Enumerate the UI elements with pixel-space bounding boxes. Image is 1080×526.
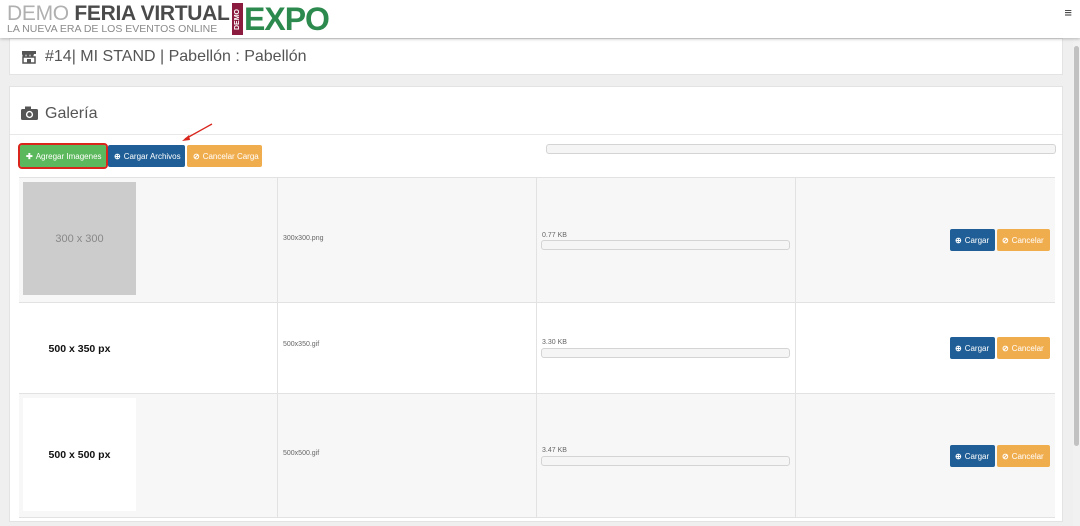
ban-icon: ⊘: [193, 151, 200, 161]
ban-icon: ⊘: [1002, 451, 1009, 461]
table-row: 500 x 350 px 500x350.gif 3.30 KB ⊕ Cargar…: [19, 303, 1055, 394]
file-name: 500x350.gif: [283, 341, 320, 348]
size-cell: 0.77 KB: [537, 178, 796, 302]
annotation-arrow: [182, 123, 213, 141]
file-size: 3.30 KB: [542, 339, 567, 346]
actions-cell: ⊕ Cargar ⊘ Cancelar: [796, 394, 1055, 517]
cancel-file-button[interactable]: ⊘ Cancelar: [997, 337, 1050, 359]
image-thumbnail: 500 x 500 px: [23, 398, 136, 511]
brand-tagline: LA NUEVA ERA DE LOS EVENTOS ONLINE: [7, 23, 218, 35]
load-files-button[interactable]: ⊕ Cargar Archivos: [108, 145, 185, 167]
scrollbar-thumb[interactable]: [1074, 46, 1079, 446]
gallery-panel: Galería ✚ Agregar Imagenes ⊕ Cargar Archiv…: [9, 86, 1063, 522]
size-cell: 3.47 KB: [537, 394, 796, 517]
expo-logo-text: EXPO: [244, 1, 330, 37]
add-images-button[interactable]: ✚ Agregar Imagenes: [18, 143, 108, 169]
actions-cell: ⊕ Cargar ⊘ Cancelar: [796, 178, 1055, 302]
filename-cell: 300x300.png: [278, 178, 537, 302]
top-navbar: DEMO FERIA VIRTUAL LA NUEVA ERA DE LOS E…: [0, 0, 1080, 38]
page-scrollbar[interactable]: [1073, 38, 1080, 526]
page-title: #14| MI STAND | Pabellón : Pabellón: [45, 48, 307, 65]
table-row: 300 x 300 300x300.png 0.77 KB ⊕ Cargar ⊘ C…: [19, 178, 1055, 303]
image-thumbnail: 300 x 300: [23, 182, 136, 295]
file-size: 3.47 KB: [542, 447, 567, 454]
upload-circle-icon: ⊕: [955, 343, 962, 353]
file-name: 500x500.gif: [283, 450, 320, 457]
file-queue-table: 300 x 300 300x300.png 0.77 KB ⊕ Cargar ⊘ C…: [19, 177, 1055, 518]
file-size: 0.77 KB: [542, 232, 567, 239]
upload-circle-icon: ⊕: [955, 235, 962, 245]
camera-icon: [21, 106, 38, 120]
file-progress-bar: [541, 240, 790, 250]
cancel-file-button[interactable]: ⊘ Cancelar: [997, 445, 1050, 467]
thumbnail-cell: 500 x 500 px: [19, 394, 278, 517]
expo-logo-demo-tag: DEMO: [232, 3, 243, 35]
plus-icon: ✚: [26, 151, 33, 161]
store-icon: [22, 51, 36, 64]
filename-cell: 500x500.gif: [278, 394, 537, 517]
file-name: 300x300.png: [283, 235, 324, 242]
load-file-button[interactable]: ⊕ Cargar: [950, 445, 995, 467]
size-cell: 3.30 KB: [537, 303, 796, 393]
file-progress-bar: [541, 456, 790, 466]
brand-logo[interactable]: DEMO FERIA VIRTUAL LA NUEVA ERA DE LOS E…: [7, 3, 230, 35]
gallery-title: Galería: [45, 105, 98, 122]
load-file-button[interactable]: ⊕ Cargar: [950, 229, 995, 251]
brand-feria-text: FERIA VIRTUAL: [74, 2, 230, 25]
page-header-panel: #14| MI STAND | Pabellón : Pabellón: [9, 38, 1063, 75]
gallery-header: Galería: [10, 87, 1062, 135]
upload-circle-icon: ⊕: [955, 451, 962, 461]
actions-cell: ⊕ Cargar ⊘ Cancelar: [796, 303, 1055, 393]
cancel-upload-button[interactable]: ⊘ Cancelar Carga: [187, 145, 262, 167]
brand-title: DEMO FERIA VIRTUAL: [7, 3, 230, 24]
file-progress-bar: [541, 348, 790, 358]
ban-icon: ⊘: [1002, 343, 1009, 353]
table-row: 500 x 500 px 500x500.gif 3.47 KB ⊕ Cargar…: [19, 394, 1055, 518]
global-upload-progress-bar: [546, 144, 1056, 154]
cancel-file-button[interactable]: ⊘ Cancelar: [997, 229, 1050, 251]
thumbnail-cell: 500 x 350 px: [19, 303, 278, 393]
brand-demo-text: DEMO: [7, 2, 69, 25]
image-thumbnail: 500 x 350 px: [48, 342, 111, 355]
ban-icon: ⊘: [1002, 235, 1009, 245]
filename-cell: 500x350.gif: [278, 303, 537, 393]
upload-circle-icon: ⊕: [114, 151, 121, 161]
thumbnail-cell: 300 x 300: [19, 178, 278, 302]
hamburger-menu-icon[interactable]: ≡: [1064, 5, 1072, 20]
expo-logo: DEMO EXPO: [232, 1, 330, 37]
load-file-button[interactable]: ⊕ Cargar: [950, 337, 995, 359]
